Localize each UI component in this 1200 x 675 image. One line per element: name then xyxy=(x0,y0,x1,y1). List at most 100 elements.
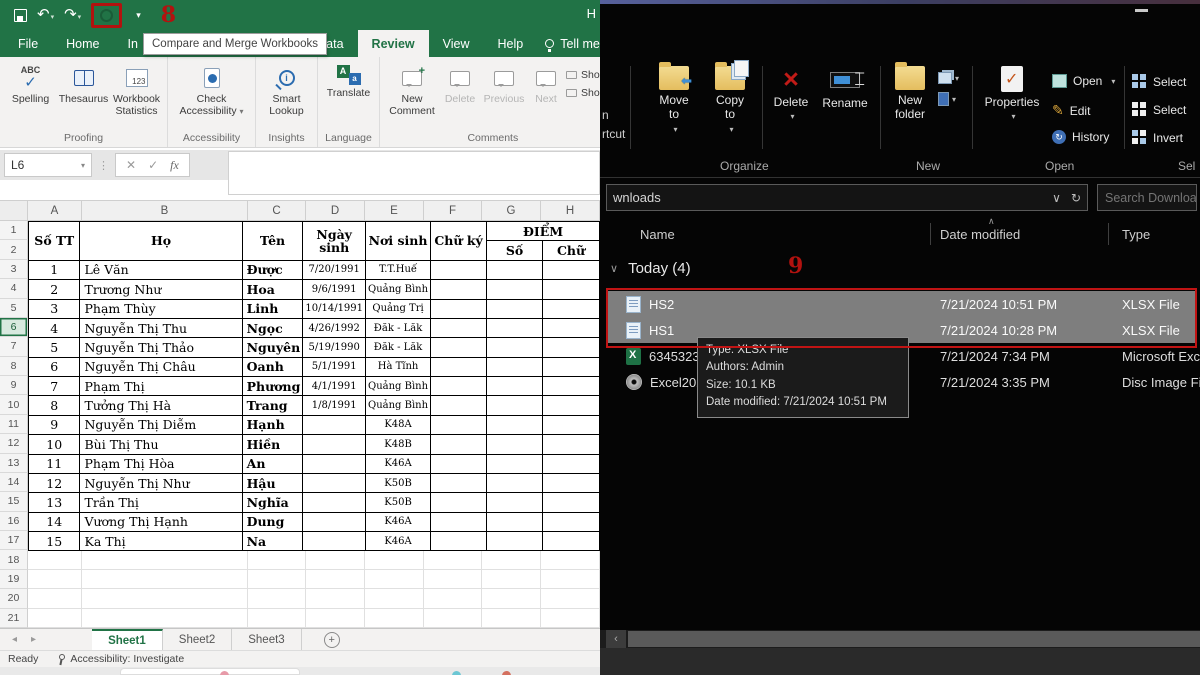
cell-stt[interactable]: 4 xyxy=(29,318,80,337)
cell-ngay-sinh[interactable]: 4/26/1992 xyxy=(303,318,366,337)
row-header-14[interactable]: 14 xyxy=(0,473,28,492)
cell-diem-chu[interactable] xyxy=(543,532,600,551)
cell-C19[interactable] xyxy=(248,570,306,589)
accessibility-status[interactable]: Accessibility: Investigate xyxy=(56,653,184,665)
cell-diem-so[interactable] xyxy=(487,377,543,396)
cell-noi-sinh[interactable]: Quảng Trị xyxy=(366,299,431,318)
show-comments-button[interactable]: Sho xyxy=(566,69,600,81)
cell-ngay-sinh[interactable] xyxy=(303,532,366,551)
cell-diem-chu[interactable] xyxy=(543,454,600,473)
cell-E20[interactable] xyxy=(365,589,424,608)
row-header-17[interactable]: 17 xyxy=(0,531,28,550)
cell-G18[interactable] xyxy=(482,550,541,569)
cell-diem-so[interactable] xyxy=(487,454,543,473)
header-ngay-sinh[interactable]: Ngày sinh xyxy=(303,222,366,261)
cell-ten[interactable]: Ngọc xyxy=(242,318,303,337)
history-button[interactable]: ↻ History xyxy=(1052,130,1109,144)
cell-diem-chu[interactable] xyxy=(543,512,600,531)
cell-ho[interactable]: Nguyễn Thị Châu xyxy=(80,357,242,376)
cell-diem-chu[interactable] xyxy=(543,377,600,396)
cell-diem-chu[interactable] xyxy=(543,280,600,299)
cell-ho[interactable]: Bùi Thị Thu xyxy=(80,435,242,454)
header-chu-ky[interactable]: Chữ ký xyxy=(431,222,487,261)
cell-ngay-sinh[interactable]: 1/8/1991 xyxy=(303,396,366,415)
column-header-H[interactable]: H xyxy=(541,201,600,220)
cell-diem-chu[interactable] xyxy=(543,318,600,337)
cell-ten[interactable]: Được xyxy=(242,260,303,279)
cell-stt[interactable]: 3 xyxy=(29,299,80,318)
compare-merge-workbooks-icon[interactable] xyxy=(100,9,113,22)
sheet-nav-arrows[interactable]: ◂▸ xyxy=(0,629,52,650)
cell-stt[interactable]: 5 xyxy=(29,338,80,357)
cell-stt[interactable]: 10 xyxy=(29,435,80,454)
header-noi-sinh[interactable]: Nơi sinh xyxy=(366,222,431,261)
cell-G20[interactable] xyxy=(482,589,541,608)
cell-diem-so[interactable] xyxy=(487,512,543,531)
cell-chu-ky[interactable] xyxy=(431,512,487,531)
cell-diem-chu[interactable] xyxy=(543,473,600,492)
cell-chu-ky[interactable] xyxy=(431,435,487,454)
cell-diem-so[interactable] xyxy=(487,415,543,434)
cell-diem-so[interactable] xyxy=(487,435,543,454)
cell-ten[interactable]: Trang xyxy=(242,396,303,415)
cell-diem-chu[interactable] xyxy=(543,396,600,415)
header-diem-so[interactable]: Số xyxy=(487,241,543,260)
cell-noi-sinh[interactable]: T.T.Huế xyxy=(366,260,431,279)
cell-diem-so[interactable] xyxy=(487,299,543,318)
cell-ho[interactable]: Nguyễn Thị Diễm xyxy=(80,415,242,434)
cell-ten[interactable]: An xyxy=(242,454,303,473)
cell-ngay-sinh[interactable] xyxy=(303,473,366,492)
formula-input[interactable] xyxy=(228,151,600,195)
cell-stt[interactable]: 9 xyxy=(29,415,80,434)
search-input[interactable] xyxy=(1105,185,1197,210)
cell-diem-chu[interactable] xyxy=(543,435,600,454)
cell-G21[interactable] xyxy=(482,609,541,628)
cell-C18[interactable] xyxy=(248,550,306,569)
cell-H19[interactable] xyxy=(541,570,600,589)
cell-A19[interactable] xyxy=(28,570,82,589)
cell-diem-chu[interactable] xyxy=(543,357,600,376)
cell-stt[interactable]: 7 xyxy=(29,377,80,396)
cell-chu-ky[interactable] xyxy=(431,318,487,337)
cell-D19[interactable] xyxy=(306,570,365,589)
row-header-8[interactable]: 8 xyxy=(0,357,28,376)
column-header-D[interactable]: D xyxy=(306,201,365,220)
row-header-5[interactable]: 5 xyxy=(0,299,28,318)
address-bar[interactable]: wnloads ∨ ↻ xyxy=(606,184,1088,211)
move-to-button[interactable]: Move to▾ xyxy=(648,66,700,134)
cell-ho[interactable]: Tưởng Thị Hà xyxy=(80,396,242,415)
cell-ngay-sinh[interactable] xyxy=(303,512,366,531)
scroll-left-icon[interactable]: ‹ xyxy=(606,630,626,648)
cell-diem-chu[interactable] xyxy=(543,260,600,279)
cell-ho[interactable]: Lê Văn xyxy=(80,260,242,279)
cell-A18[interactable] xyxy=(28,550,82,569)
cell-diem-so[interactable] xyxy=(487,493,543,512)
cell-stt[interactable]: 14 xyxy=(29,512,80,531)
select-all-button[interactable]: Select xyxy=(1132,74,1186,89)
row-header-3[interactable]: 3 xyxy=(0,260,28,279)
cell-chu-ky[interactable] xyxy=(431,299,487,318)
smart-lookup-button[interactable]: i Smart Lookup xyxy=(260,61,313,117)
cell-chu-ky[interactable] xyxy=(431,377,487,396)
new-sheet-button[interactable]: + xyxy=(324,632,340,648)
minimize-button[interactable] xyxy=(1135,9,1148,12)
next-comment-button[interactable]: Next xyxy=(528,61,564,105)
cell-ngay-sinh[interactable] xyxy=(303,454,366,473)
column-header-C[interactable]: C xyxy=(248,201,306,220)
cell-ho[interactable]: Phạm Thùy xyxy=(80,299,242,318)
edit-button[interactable]: ✎ Edit xyxy=(1052,102,1090,119)
cell-stt[interactable]: 12 xyxy=(29,473,80,492)
cell-ho[interactable]: Ka Thị xyxy=(80,532,242,551)
cell-ho[interactable]: Nguyễn Thị Như xyxy=(80,473,242,492)
copy-to-button[interactable]: Copy to▾ xyxy=(704,66,756,134)
select-none-button[interactable]: Select xyxy=(1132,102,1186,117)
thesaurus-button[interactable]: Thesaurus xyxy=(57,61,110,105)
cell-F21[interactable] xyxy=(424,609,482,628)
cell-ngay-sinh[interactable]: 10/14/1991 xyxy=(303,299,366,318)
cell-stt[interactable]: 13 xyxy=(29,493,80,512)
column-name[interactable]: Name xyxy=(640,227,675,242)
group-today[interactable]: ∨ Today (4) xyxy=(610,260,691,277)
cell-ten[interactable]: Hạnh xyxy=(242,415,303,434)
row-header-7[interactable]: 7 xyxy=(0,337,28,356)
cell-A20[interactable] xyxy=(28,589,82,608)
